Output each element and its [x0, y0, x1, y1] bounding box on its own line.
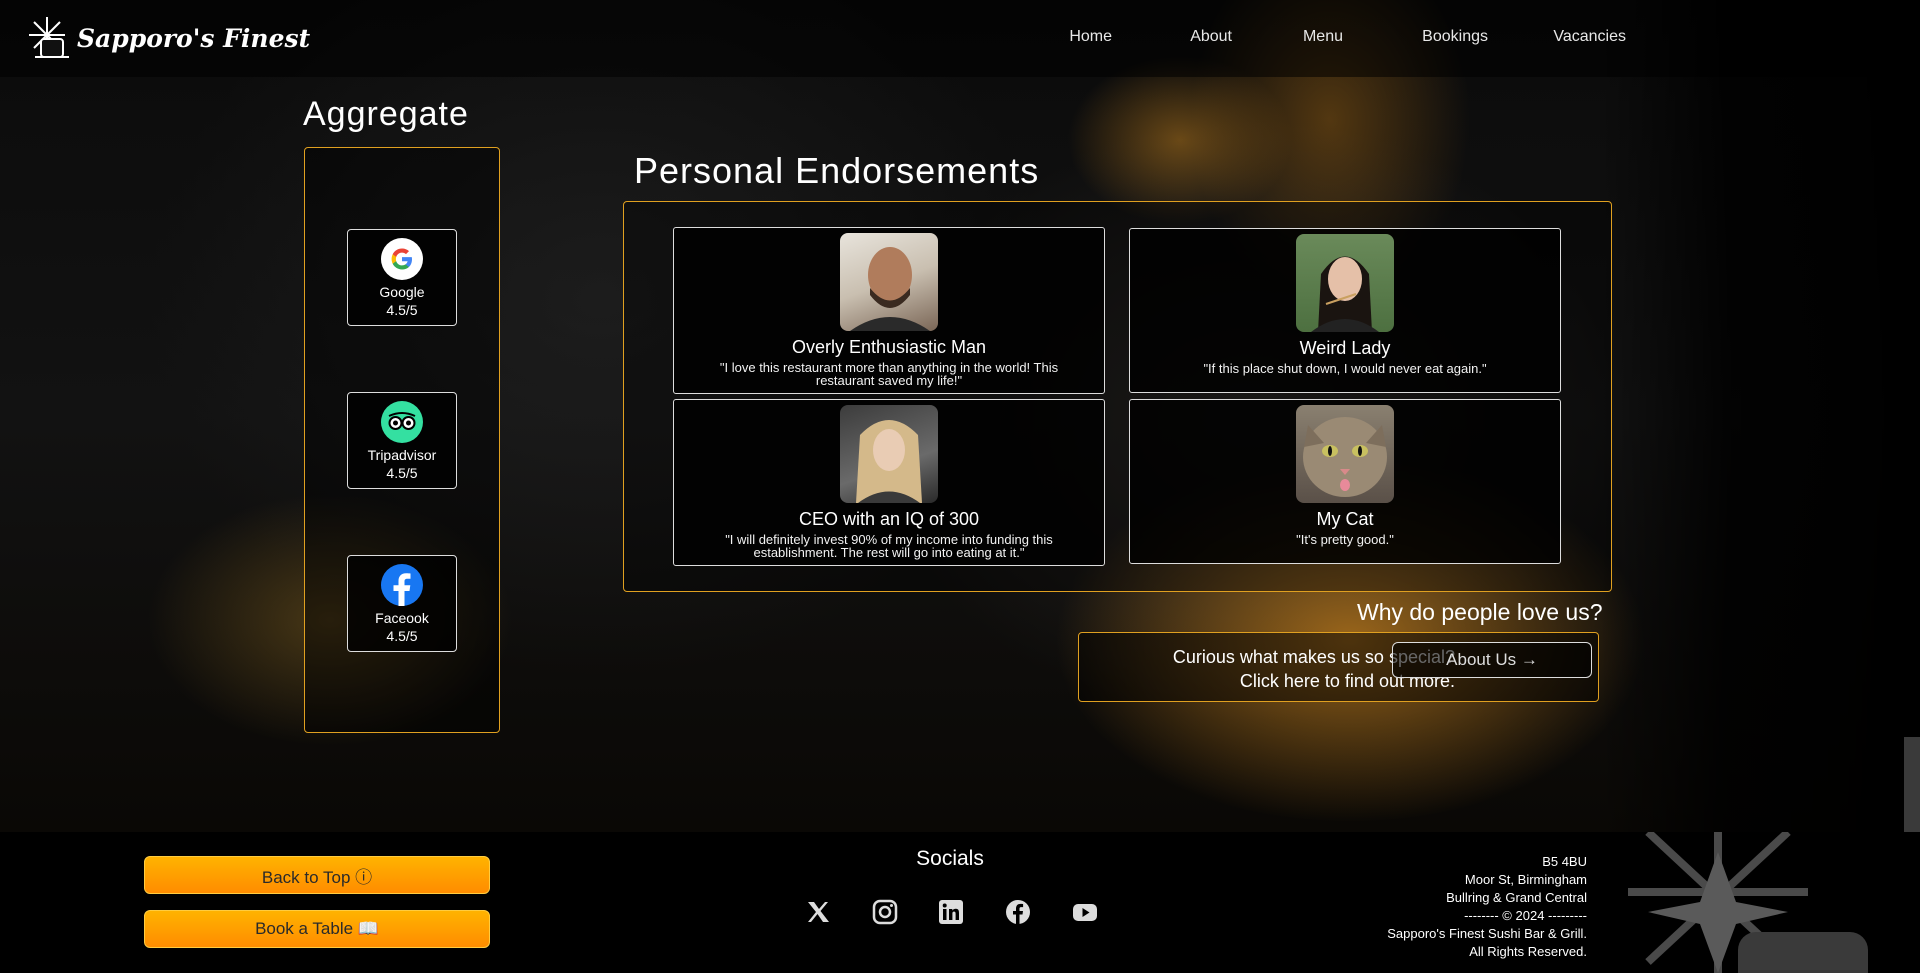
brand-name: Sapporo's Finest [77, 23, 311, 53]
endorsements-title: Personal Endorsements [634, 150, 1040, 191]
avatar [1296, 405, 1394, 503]
rating-score: 4.5/5 [386, 465, 418, 481]
avatar [840, 233, 938, 331]
address-line: Bullring & Grand Central [1446, 890, 1587, 905]
endorser-name: My Cat [1316, 509, 1374, 529]
about-us-button[interactable]: About Us → [1392, 642, 1592, 678]
facebook-icon[interactable] [1004, 898, 1032, 926]
aggregate-panel: Google 4.5/5 Tripadvisor 4.5/5 Faceook 4… [304, 147, 500, 733]
book-table-button[interactable]: Book a Table 📖 [144, 910, 490, 948]
brand-icon [27, 15, 73, 61]
address-line: B5 4BU [1542, 854, 1587, 869]
endorser-quote: "I love this restaurant more than anythi… [719, 360, 1059, 388]
background-shade [1600, 0, 1920, 832]
tripadvisor-icon [381, 401, 423, 443]
facebook-icon [381, 564, 423, 606]
rating-score: 4.5/5 [386, 628, 418, 644]
nav-bookings[interactable]: Bookings [1422, 28, 1488, 46]
google-icon [381, 238, 423, 280]
instagram-icon[interactable] [871, 898, 899, 926]
header: Sapporo's Finest Home About Menu Booking… [0, 0, 1920, 77]
address-line: Moor St, Birmingham [1464, 872, 1587, 887]
footer-logo-watermark [1608, 832, 1908, 973]
address-line: -------- © 2024 --------- [1464, 908, 1587, 923]
endorsements-panel: Overly Enthusiastic Man "I love this res… [623, 201, 1612, 592]
endorser-name: Overly Enthusiastic Man [791, 337, 987, 357]
socials-title: Socials [916, 847, 984, 870]
rating-name: Google [379, 284, 425, 300]
rating-score: 4.5/5 [386, 302, 418, 318]
rating-name: Tripadvisor [367, 447, 437, 463]
endorsement-card: My Cat "It's pretty good." [1129, 399, 1561, 564]
endorser-quote: "It's pretty good." [1296, 532, 1394, 547]
endorser-name: Weird Lady [1299, 338, 1391, 358]
avatar [840, 405, 938, 503]
why-title: Why do people love us? [1357, 599, 1603, 625]
youtube-icon[interactable] [1071, 898, 1099, 926]
address-line: All Rights Reserved. [1469, 944, 1587, 959]
brand-logo[interactable]: Sapporo's Finest [27, 14, 310, 62]
linkedin-icon[interactable] [937, 898, 965, 926]
why-panel: Curious what makes us so special? Click … [1078, 632, 1599, 702]
rating-card-tripadvisor[interactable]: Tripadvisor 4.5/5 [347, 392, 457, 489]
endorsement-card: Weird Lady "If this place shut down, I w… [1129, 228, 1561, 393]
endorsement-card: Overly Enthusiastic Man "I love this res… [673, 227, 1105, 394]
endorser-quote: "I will definitely invest 90% of my inco… [725, 532, 1053, 560]
aggregate-title: Aggregate [303, 95, 469, 133]
avatar [1296, 234, 1394, 332]
nav-menu[interactable]: Menu [1303, 28, 1343, 46]
nav-home[interactable]: Home [1069, 28, 1112, 46]
rating-card-google[interactable]: Google 4.5/5 [347, 229, 457, 326]
back-to-top-button[interactable]: Back to Top ⓘ [144, 856, 490, 894]
x-icon[interactable] [804, 898, 832, 926]
endorser-quote: "If this place shut down, I would never … [1203, 361, 1487, 376]
address-line: Sapporo's Finest Sushi Bar & Grill. [1387, 926, 1587, 941]
footer: Back to Top ⓘ Book a Table 📖 Socials B5 … [0, 832, 1920, 973]
endorsement-card: CEO with an IQ of 300 "I will definitely… [673, 399, 1105, 566]
address-block: B5 4BU Moor St, Birmingham Bullring & Gr… [1387, 853, 1587, 961]
nav-vacancies[interactable]: Vacancies [1553, 28, 1626, 46]
nav-about[interactable]: About [1190, 28, 1232, 46]
rating-card-facebook[interactable]: Faceook 4.5/5 [347, 555, 457, 652]
endorser-name: CEO with an IQ of 300 [798, 509, 980, 529]
rating-name: Faceook [375, 610, 429, 626]
scrollbar[interactable] [1904, 737, 1920, 832]
